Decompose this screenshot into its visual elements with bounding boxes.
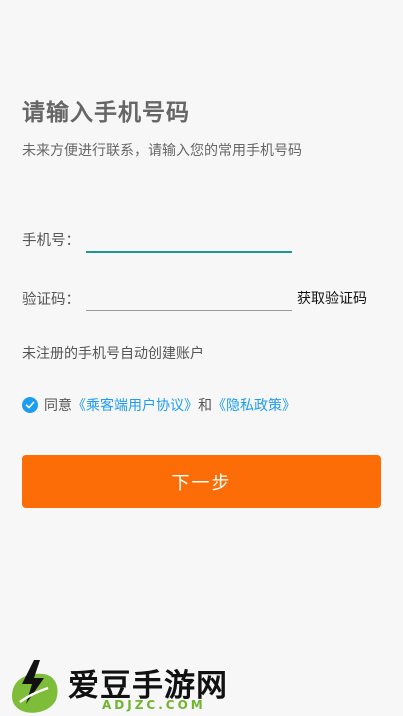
code-input[interactable] <box>86 283 292 311</box>
page-subtitle: 未来方便进行联系，请输入您的常用手机号码 <box>22 143 302 159</box>
user-agreement-link[interactable]: 《乘客端用户协议》 <box>72 395 198 415</box>
agreement-row: 同意 《乘客端用户协议》 和 《隐私政策》 <box>22 395 296 415</box>
watermark-subtext: ADJZC.COM <box>102 698 206 712</box>
phone-input[interactable] <box>86 225 292 253</box>
get-code-button[interactable]: 获取验证码 <box>297 288 367 308</box>
lightning-leaf-icon <box>12 660 58 713</box>
phone-label: 手机号： <box>22 233 80 249</box>
register-note: 未注册的手机号自动创建账户 <box>22 346 204 362</box>
privacy-policy-link[interactable]: 《隐私政策》 <box>212 395 296 415</box>
agree-prefix: 同意 <box>44 398 72 414</box>
code-label: 验证码： <box>22 292 80 308</box>
watermark: 爱豆手游网 ADJZC.COM <box>6 658 256 716</box>
agree-connector: 和 <box>198 398 212 414</box>
checkbox-checked-icon[interactable] <box>22 397 38 413</box>
page-title: 请输入手机号码 <box>22 100 190 126</box>
next-step-button[interactable]: 下一步 <box>22 455 381 508</box>
